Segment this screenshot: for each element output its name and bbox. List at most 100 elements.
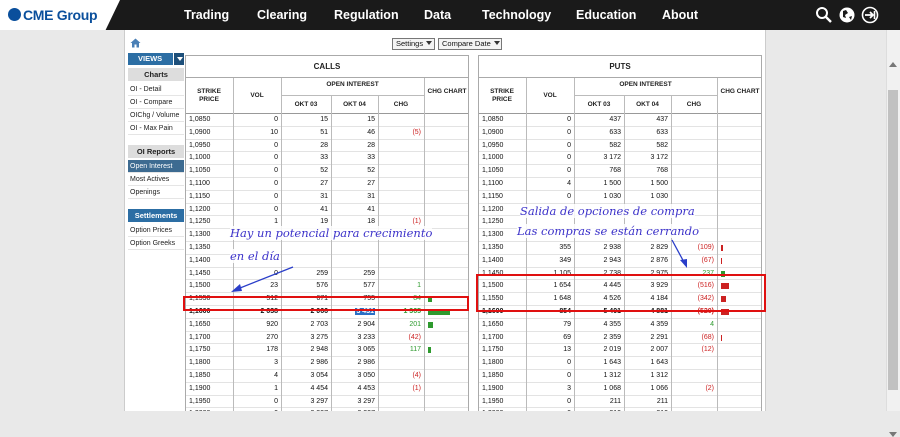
cell-vol-value: 0 [567,167,571,175]
table-row: 1,0850 0 15 15 [186,114,468,127]
cell-vol-value: 349 [559,256,571,264]
cell-vol: 270 [233,332,281,344]
cell-o4-value: 582 [656,141,668,149]
nav-technology[interactable]: Technology [482,8,551,22]
sidebar: VIEWS Charts OI - Detail OI - Compare OI… [128,53,184,250]
puts-header-vol: VOL [543,92,557,99]
cell-vol: 355 [526,242,574,254]
cell-chg [671,178,717,190]
scroll-thumb[interactable] [888,90,898,390]
cell-o4-value: 2 904 [357,320,375,328]
page-scrollbar[interactable] [886,30,900,437]
cell-vol-value: 4 [567,179,571,187]
chg-chart-cell [424,165,468,177]
table-row: 1,1000 0 33 33 [186,152,468,166]
nav-about[interactable]: About [662,8,698,22]
chg-chart-cell [717,204,761,216]
calls-header-chg: CHG [393,101,409,108]
cell-strike: 1,1800 [479,357,526,369]
nav-trading[interactable]: Trading [184,8,229,22]
cell-vol: 0 [233,152,281,164]
cell-strike-value: 1,1200 [189,205,211,213]
chevron-down-icon [426,41,433,45]
cell-strike-value: 1,0850 [189,116,211,123]
cell-chg: (5) [378,127,424,139]
cell-strike-value: 1,1750 [482,346,504,354]
cell-o4-value: 1 066 [650,384,668,392]
chevron-down-icon [493,41,500,45]
sidebar-item-oi-detail[interactable]: OI - Detail [128,83,184,96]
cell-o3-value: 2 938 [603,243,621,251]
cell-o3-value: 437 [609,116,621,123]
sidebar-item-openings[interactable]: Openings [128,186,184,199]
sidebar-item-oi-max-pain[interactable]: OI - Max Pain [128,122,184,135]
cell-o3: 31 [281,191,331,203]
calls-title: CALLS [186,56,468,78]
puts-title: PUTS [479,56,761,78]
annotation-exit-line2: Las compras se están cerrando [517,224,699,238]
chg-chart-cell [717,370,761,382]
cell-o4: 211 [624,396,671,408]
cell-o3: 1 030 [574,191,624,203]
cell-vol-value: 0 [567,192,571,200]
cell-vol-value: 13 [563,346,571,354]
table-row: 1,0900 10 51 46 (5) [186,126,468,140]
chg-chart-cell [717,127,761,139]
cell-o4: 3 050 [331,370,378,382]
compare-date-dropdown[interactable]: Compare Date [438,38,502,50]
annotation-growth-line1: Hay un potencial para crecimiento [230,226,433,240]
table-row: 1,1650 79 4 355 4 359 4 [479,318,761,332]
cell-vol: 0 [526,396,574,408]
nav-data[interactable]: Data [424,8,451,22]
cell-o4: 2 007 [624,344,671,356]
chevron-down-icon[interactable] [173,53,184,65]
table-row: 1,1350 355 2 938 2 829 (109) [479,241,761,255]
sidebar-item-option-prices[interactable]: Option Prices [128,224,184,237]
cell-vol-value: 3 [567,384,571,392]
globe-icon[interactable] [838,6,856,24]
scroll-down-icon[interactable] [889,432,897,437]
sidebar-item-most-actives[interactable]: Most Actives [128,173,184,186]
cell-o4: 1 066 [624,383,671,395]
nav-regulation[interactable]: Regulation [334,8,399,22]
settlements-heading[interactable]: Settlements [128,209,184,222]
scroll-up-icon[interactable] [889,62,897,67]
cell-o3: 4 454 [281,383,331,395]
search-icon[interactable] [815,6,833,24]
cell-chg [671,140,717,152]
sidebar-item-oichg-volume[interactable]: OIChg / Volume [128,109,184,122]
sidebar-item-open-interest[interactable]: Open Interest [128,160,184,173]
chg-chart-cell [424,140,468,152]
views-button[interactable]: VIEWS [128,53,184,65]
chg-chart-cell [424,370,468,382]
cell-chg [671,152,717,164]
nav-clearing[interactable]: Clearing [257,8,307,22]
table-row: 1,1150 0 1 030 1 030 [479,190,761,204]
nav-education[interactable]: Education [576,8,636,22]
cell-strike-value: 1,1950 [482,397,504,405]
cell-vol-value: 4 [274,371,278,379]
cell-o4-value: 577 [363,282,375,290]
home-icon[interactable] [130,38,141,48]
cme-logo[interactable]: CME Group [0,0,120,30]
cell-o4: 4 359 [624,319,671,331]
login-icon[interactable] [861,6,879,24]
cell-strike-value: 1,1350 [189,243,211,251]
cell-o3: 1 312 [574,370,624,382]
sidebar-item-option-greeks[interactable]: Option Greeks [128,237,184,250]
cell-o3-value: 1 500 [603,179,621,187]
chg-chart-cell [424,178,468,190]
cell-strike: 1,1850 [479,370,526,382]
cell-chg-value: (2) [705,384,714,392]
cell-strike-value: 1,1900 [189,384,211,392]
settings-dropdown[interactable]: Settings [392,38,435,50]
cell-o3: 1 643 [574,357,624,369]
cell-o4: 3 065 [331,344,378,356]
sidebar-item-oi-compare[interactable]: OI - Compare [128,96,184,109]
table-row: 1,1800 3 2 986 2 986 [186,357,468,371]
chg-chart-cell [424,127,468,139]
cell-vol-value: 0 [274,179,278,187]
cell-chg [378,114,424,126]
cell-o4: 1 500 [624,178,671,190]
cell-o4-value: 437 [656,116,668,123]
